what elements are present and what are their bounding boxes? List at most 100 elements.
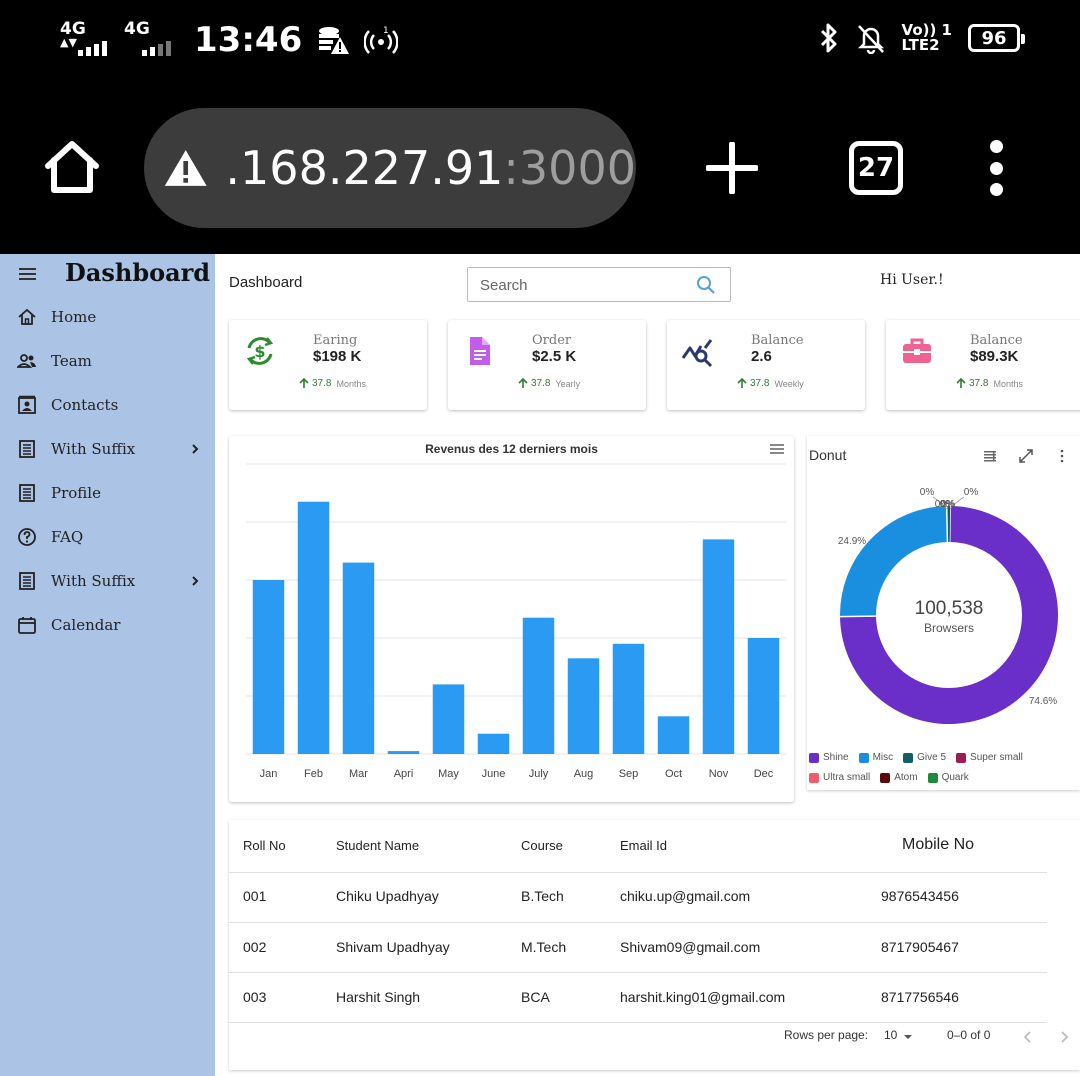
briefcase-icon (903, 338, 931, 363)
divider (229, 972, 1047, 973)
browser-toolbar: .168.227.91:3000 27 (0, 88, 1080, 254)
fullscreen-icon[interactable] (1018, 448, 1034, 464)
sidebar-item-faq[interactable]: FAQ (0, 515, 215, 559)
column-header[interactable]: Roll No (243, 838, 286, 853)
table-cell: Harshit Singh (336, 989, 421, 1005)
bluetooth-icon (820, 23, 837, 53)
stat-label: Balance (751, 333, 804, 348)
list-icon (19, 572, 35, 590)
status-bar: 4G ▲▼ 4G 13:46 1 Vo)) 1 LTE2 96 (0, 0, 1080, 88)
column-header[interactable]: Mobile No (902, 836, 974, 854)
sidebar-item-contacts[interactable]: Contacts (0, 383, 215, 427)
bar[interactable] (612, 643, 645, 754)
more-vert-icon[interactable] (1054, 448, 1070, 464)
arrow-up-icon (299, 378, 309, 388)
legend-item[interactable]: Atom (880, 772, 918, 783)
stat-card-balance: Balance 2.6 37.8 Weekly (667, 320, 865, 410)
address-bar[interactable]: .168.227.91:3000 (144, 108, 636, 228)
slice-label: 0% (941, 499, 956, 510)
column-header[interactable]: Email Id (620, 838, 667, 853)
rows-per-page-select[interactable]: 10 (884, 1028, 897, 1042)
sidebar-item-with-suffix[interactable]: With Suffix (0, 559, 215, 603)
legend-item[interactable]: Shine (809, 752, 849, 763)
sidebar-item-with-suffix[interactable]: With Suffix (0, 427, 215, 471)
sidebar-item-home[interactable]: Home (0, 295, 215, 339)
slice-label: 74.6% (1029, 696, 1057, 707)
hamburger-menu-icon[interactable] (19, 268, 36, 280)
stat-value: $2.5 K (532, 348, 577, 365)
tab-switcher-button[interactable]: 27 (849, 141, 903, 195)
x-tick-label: Mar (349, 768, 368, 780)
x-tick-label: June (482, 768, 506, 780)
rows-per-page-label: Rows per page: (784, 1028, 869, 1042)
sidebar-item-calendar[interactable]: Calendar (0, 603, 215, 647)
home-icon[interactable] (42, 138, 102, 198)
bar[interactable] (657, 716, 690, 754)
bar[interactable] (477, 733, 510, 754)
table-cell: harshit.king01@gmail.com (620, 989, 786, 1005)
arrow-up-icon (737, 378, 747, 388)
clock: 13:46 (194, 20, 303, 60)
stat-trend: 37.8 Weekly (737, 378, 804, 389)
chart-legend: Shine Misc Give 5 Super small Ultra smal… (809, 752, 1079, 792)
divider (229, 872, 1047, 873)
legend-item[interactable]: Quark (927, 772, 969, 783)
column-header[interactable]: Student Name (336, 838, 419, 853)
next-page-icon[interactable] (1058, 1030, 1070, 1044)
bar[interactable] (342, 562, 375, 754)
stat-label: Order (532, 333, 572, 348)
data-arrows-icon: ▲▼ (60, 36, 77, 49)
legend-item[interactable]: Super small (956, 752, 1023, 763)
user-greeting: Hi User.! (880, 272, 944, 288)
sidebar-item-label: Team (51, 352, 92, 370)
not-secure-warning-icon[interactable] (164, 143, 207, 193)
signal-bars-icon (142, 41, 171, 56)
bar[interactable] (387, 751, 420, 754)
stat-value: $198 K (313, 348, 362, 365)
legend-item[interactable]: Ultra small (809, 772, 870, 783)
divider (229, 1022, 1047, 1023)
bar[interactable] (567, 658, 600, 754)
caret-down-icon[interactable] (902, 1030, 914, 1044)
table-cell: Shivam09@gmail.com (620, 939, 761, 955)
donut-chart-card: Donut 100,538 Browsers 74.6% 24.9% 0% 0% 0% 0% 0… (807, 436, 1080, 790)
bar[interactable] (747, 638, 780, 754)
legend-item[interactable]: Give 5 (903, 752, 946, 763)
table-cell: 001 (243, 888, 267, 904)
chart-title: Revenus des 12 derniers mois (425, 442, 598, 456)
table-cell: 9876543456 (881, 888, 959, 904)
chevron-right-icon (192, 444, 199, 454)
new-tab-icon[interactable] (706, 142, 758, 194)
browser-menu-icon[interactable] (986, 140, 1006, 196)
table-view-icon[interactable] (982, 448, 998, 464)
main-content: Dashboard Search Hi User.! $ Earing $198… (215, 254, 1080, 1076)
bar[interactable] (522, 617, 555, 754)
sidebar-item-profile[interactable]: Profile (0, 471, 215, 515)
svg-text:1: 1 (383, 26, 389, 36)
search-icon[interactable] (696, 275, 716, 295)
table-cell: 8717905467 (881, 939, 959, 955)
column-header[interactable]: Course (521, 838, 563, 853)
bar[interactable] (252, 580, 285, 754)
url-text[interactable]: .168.227.91:3000 (225, 141, 636, 195)
table-cell: chiku.up@gmail.com (620, 888, 751, 904)
sidebar-item-label: FAQ (51, 528, 84, 546)
previous-page-icon[interactable] (1022, 1030, 1034, 1044)
slice-separator (840, 615, 877, 618)
slice-label: 0% (964, 487, 979, 498)
arrow-up-icon (956, 378, 966, 388)
x-tick-label: Dec (754, 768, 774, 780)
x-tick-label: Oct (665, 768, 682, 780)
stat-value: 2.6 (751, 348, 772, 365)
bar[interactable] (702, 539, 735, 754)
chart-menu-icon[interactable] (770, 444, 784, 454)
legend-swatch (809, 772, 819, 783)
bar[interactable] (297, 501, 330, 754)
sidebar-item-team[interactable]: Team (0, 339, 215, 383)
bar[interactable] (432, 684, 465, 754)
stat-card-earning: $ Earing $198 K 37.8 Months (229, 320, 427, 410)
table-cell: 003 (243, 989, 267, 1005)
help-icon (18, 528, 36, 546)
legend-item[interactable]: Misc (858, 752, 893, 763)
search-input[interactable]: Search (467, 267, 731, 302)
